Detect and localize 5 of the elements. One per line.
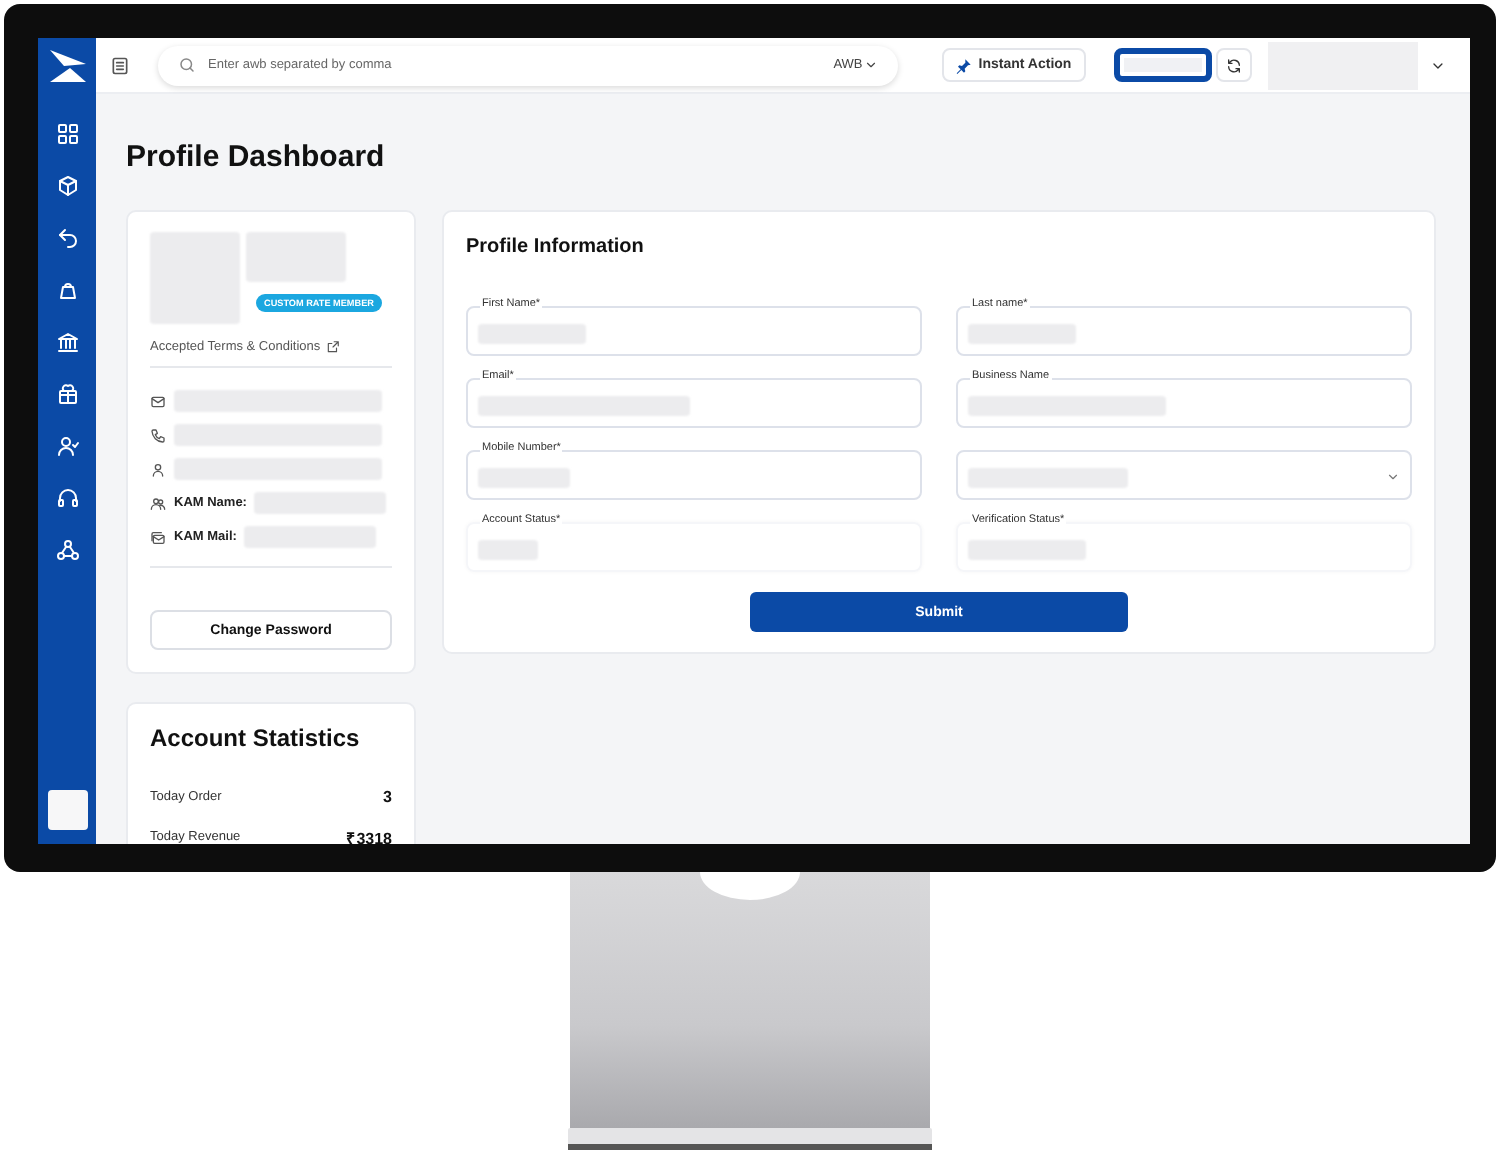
- page-title: Profile Dashboard: [126, 138, 387, 178]
- stat-value: 3: [383, 787, 392, 805]
- stat-value: ₹3318: [346, 827, 392, 844]
- form-title: Profile Information: [466, 236, 646, 258]
- card-title: Account Statistics: [150, 724, 362, 752]
